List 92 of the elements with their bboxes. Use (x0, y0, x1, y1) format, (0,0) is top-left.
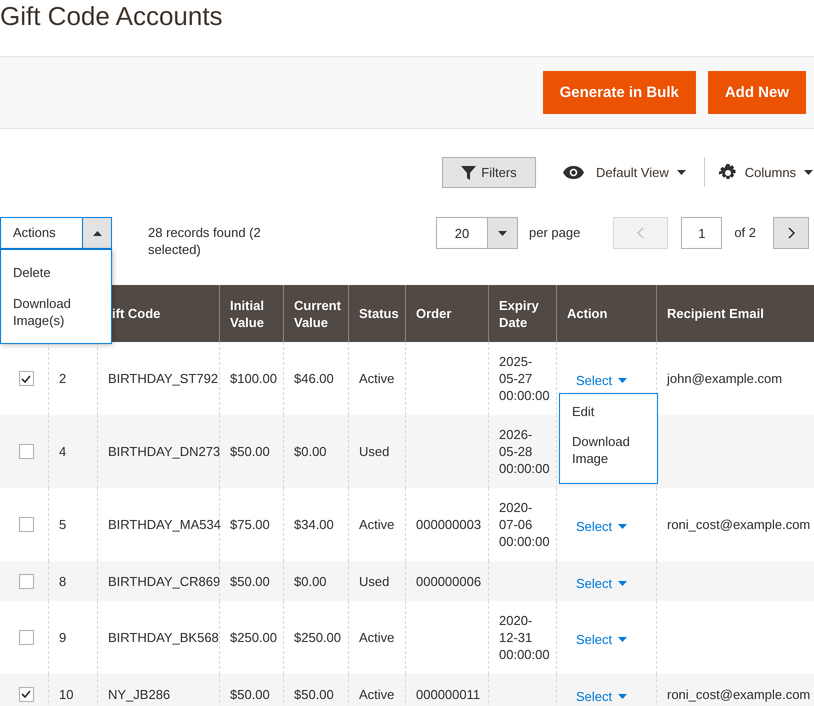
primary-button[interactable]: Add New (708, 71, 806, 114)
chevron-left-icon (637, 227, 644, 239)
table-cell-text: 2025-05-27 00:00:00 (499, 353, 550, 405)
table-cell: 9 (59, 629, 66, 646)
caret-icon (804, 170, 814, 175)
caret-icon (498, 230, 507, 236)
table-cell: 2 (59, 370, 66, 387)
table-cell: 8 (59, 572, 66, 590)
table-cell: $34.00 (294, 516, 334, 533)
check-icon (21, 690, 31, 698)
menu-item[interactable]: Download Image (560, 430, 657, 477)
table-cell: 000000003 (416, 516, 482, 533)
table-cell: $250.00 (294, 629, 341, 646)
table-cell: $50.00 (230, 686, 270, 702)
records-count: 28 records found (2 selected) (148, 224, 262, 258)
table-cell: $46.00 (294, 370, 334, 387)
column-heading[interactable]: Current Value (294, 296, 341, 330)
check-icon (21, 374, 31, 382)
table-cell: $50.00 (230, 572, 270, 590)
filters-button[interactable]: Filters (442, 157, 536, 188)
actions-dropdown[interactable]: Actions (0, 217, 112, 249)
column-heading[interactable]: ift Code (112, 305, 160, 322)
column-heading[interactable]: Expiry Date (499, 296, 546, 330)
table-cell: $75.00 (230, 516, 270, 533)
table-cell: NY_JB286 (108, 686, 170, 702)
table-cell: BIRTHDAY_DN273 (108, 443, 220, 460)
table-cell: $50.00 (294, 686, 334, 702)
chevron-right-icon (788, 227, 795, 239)
table-cell: 000000011 (416, 686, 480, 702)
view-dropdown[interactable]: Default View (563, 157, 686, 188)
table-cell: john@example.com (667, 370, 782, 387)
caret-icon (618, 378, 628, 383)
column-heading[interactable]: Status (359, 305, 399, 322)
table-cell: Active (359, 629, 394, 646)
table-cell-text: 2020-12-31 00:00:00 (499, 612, 550, 664)
menu-item[interactable]: Edit (560, 400, 657, 430)
select-action-link[interactable]: Select (567, 576, 628, 590)
primary-button[interactable]: Generate in Bulk (542, 71, 696, 114)
table-cell-text: 2020-07-06 00:00:00 (499, 499, 550, 551)
table-cell: Used (359, 443, 390, 460)
table-cell: $100.00 (230, 370, 277, 387)
table-cell: $50.00 (230, 443, 270, 460)
select-action-link[interactable]: Select (567, 373, 628, 388)
caret-icon (618, 524, 628, 529)
select-action-link[interactable]: Select (567, 519, 628, 534)
per-page-select[interactable]: 20 (436, 217, 518, 249)
table-cell: Active (359, 686, 394, 702)
select-action-link[interactable]: Select (567, 632, 628, 647)
table-cell: $250.00 (230, 629, 277, 646)
table-cell: roni_cost@example.com (667, 686, 810, 702)
page-number-field[interactable]: 1 (681, 217, 722, 249)
gear-icon (718, 164, 737, 182)
row-checkbox[interactable] (18, 574, 34, 588)
table-cell-text: 2026-05-28 00:00:00 (499, 426, 550, 478)
table-cell: 4 (59, 443, 66, 460)
caret-icon (676, 170, 686, 175)
caret-icon (618, 637, 628, 642)
table-cell: roni_cost@example.com (667, 516, 810, 533)
row-checkbox[interactable] (18, 686, 34, 702)
caret-icon (92, 230, 102, 236)
caret-icon (618, 580, 628, 586)
row-checkbox[interactable] (18, 630, 34, 645)
caret-icon (618, 694, 628, 698)
table-cell: BIRTHDAY_MA534 (108, 516, 221, 533)
page-title: Gift Code Accounts (0, 0, 224, 33)
per-page-label: per page (529, 224, 580, 242)
table-cell: Active (359, 516, 394, 533)
table-cell: Used (359, 572, 390, 590)
page-total: of 2 (734, 224, 756, 242)
columns-dropdown[interactable]: Columns (718, 157, 814, 188)
column-heading[interactable]: Initial Value (230, 296, 273, 330)
row-checkbox[interactable] (18, 517, 34, 532)
next-page-button[interactable] (773, 217, 810, 249)
row-checkbox[interactable] (18, 371, 34, 386)
select-action-link[interactable]: Select (567, 688, 628, 704)
menu-item[interactable]: Delete (1, 258, 111, 289)
table-cell: BIRTHDAY_BK568 (108, 629, 219, 646)
funnel-icon (461, 166, 476, 180)
table-cell: 000000006 (416, 572, 482, 590)
table-cell: BIRTHDAY_ST792 (108, 370, 218, 387)
row-checkbox[interactable] (18, 444, 34, 459)
menu-item[interactable]: Download Image(s) (1, 289, 111, 337)
table-cell: $0.00 (294, 572, 327, 590)
eye-icon (563, 166, 584, 179)
table-cell: 10 (59, 686, 74, 702)
table-cell: 5 (59, 516, 66, 533)
column-heading[interactable]: Action (567, 305, 608, 322)
table-cell: $0.00 (294, 443, 327, 460)
column-heading[interactable]: Order (416, 305, 452, 322)
table-cell: BIRTHDAY_CR869 (108, 572, 220, 590)
column-heading[interactable]: Recipient Email (667, 305, 764, 322)
table-cell: Active (359, 370, 394, 387)
